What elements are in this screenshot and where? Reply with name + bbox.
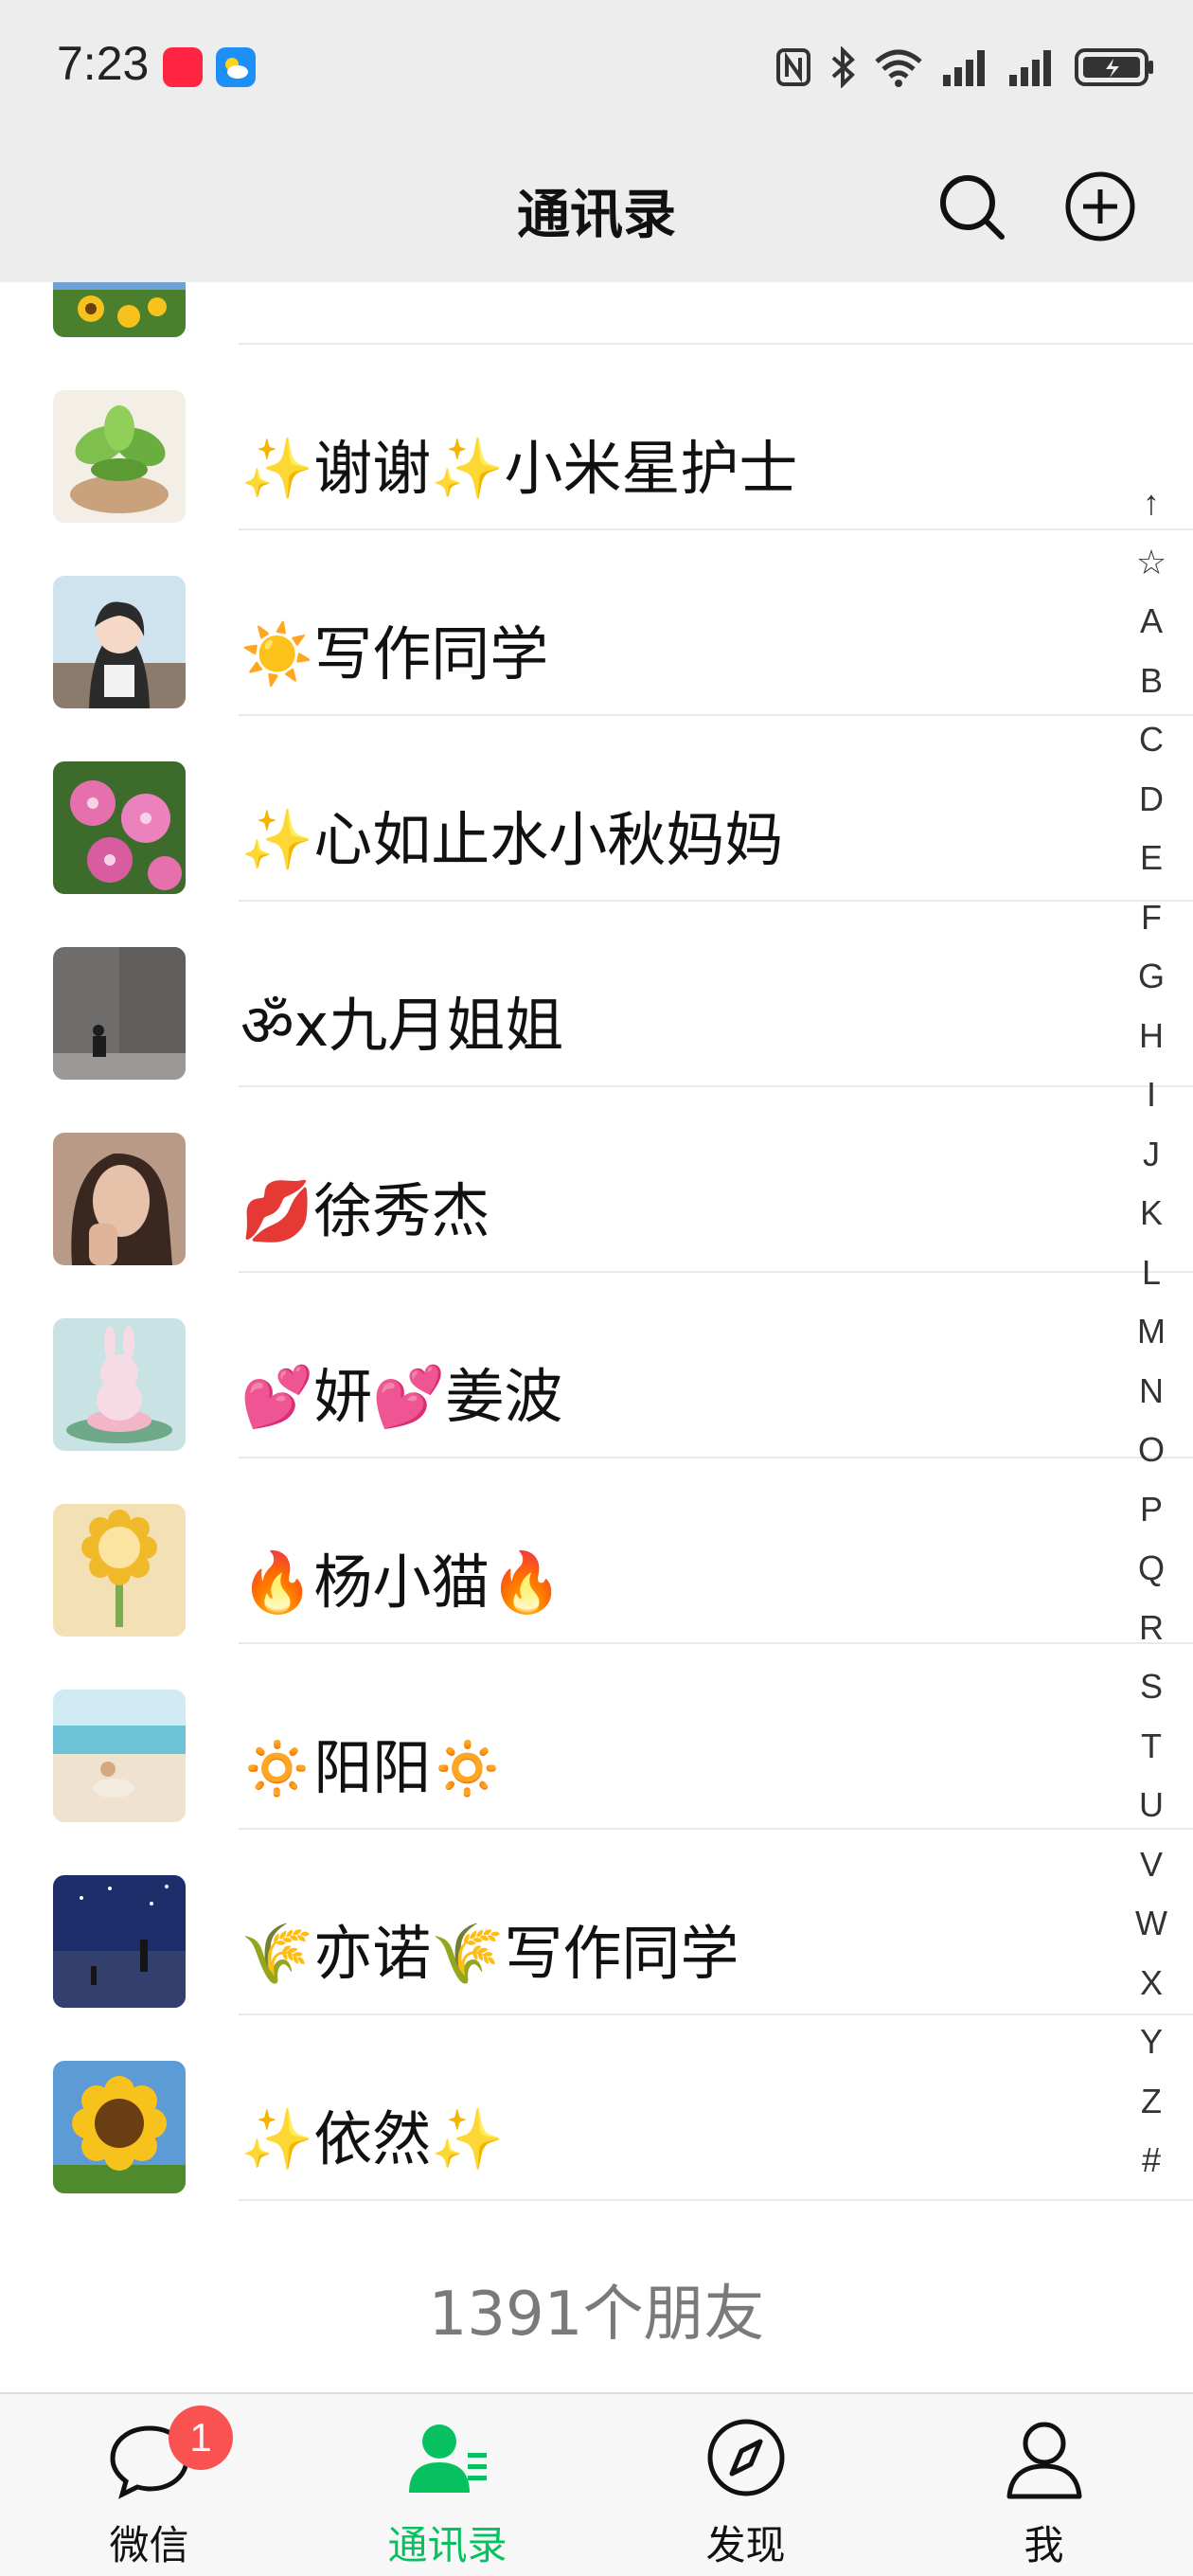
contact-row[interactable] xyxy=(0,282,1193,345)
tab-label: 微信 xyxy=(109,2522,189,2568)
contact-row[interactable]: 💕妍💕姜波 xyxy=(0,1273,1193,1458)
index-letter[interactable]: O xyxy=(1138,1421,1165,1480)
contact-avatar xyxy=(53,2061,186,2193)
contact-avatar xyxy=(53,576,186,708)
search-icon[interactable] xyxy=(932,167,1011,246)
index-letter[interactable]: S xyxy=(1140,1657,1163,1717)
index-letter[interactable]: Q xyxy=(1138,1539,1165,1599)
index-letter[interactable]: ☆ xyxy=(1136,533,1166,593)
tab-label: 通讯录 xyxy=(387,2522,507,2568)
contact-name: 💕妍💕姜波 xyxy=(240,1362,563,1431)
contact-name: 🌾亦诺🌾写作同学 xyxy=(240,1919,739,1988)
index-letter[interactable]: P xyxy=(1140,1480,1163,1540)
contact-row[interactable]: ॐx九月姐姐 xyxy=(0,902,1193,1087)
battery-icon xyxy=(1075,48,1153,86)
tab-contacts[interactable]: 通讯录 xyxy=(298,2394,596,2576)
status-bar: 7:23 xyxy=(0,0,1193,133)
index-letter[interactable]: C xyxy=(1139,710,1164,770)
index-letter[interactable]: B xyxy=(1140,652,1163,711)
tab-label: 我 xyxy=(1024,2522,1064,2568)
contact-avatar xyxy=(53,1504,186,1637)
contact-name: ✨依然✨ xyxy=(240,2104,505,2174)
contacts-icon xyxy=(409,2424,487,2493)
weather-app-icon xyxy=(216,47,256,87)
contact-name: ☀️写作同学 xyxy=(240,619,549,689)
contact-avatar xyxy=(53,1875,186,2008)
index-letter[interactable]: V xyxy=(1140,1835,1163,1895)
signal-icon xyxy=(1009,50,1051,86)
index-letter[interactable]: L xyxy=(1142,1243,1161,1303)
index-letter[interactable]: T xyxy=(1141,1717,1162,1777)
contact-name: 🔥杨小猫🔥 xyxy=(240,1547,563,1617)
index-letter[interactable]: X xyxy=(1140,1954,1163,2013)
index-letter[interactable]: G xyxy=(1138,947,1165,1007)
xiaohongshu-app-icon xyxy=(163,47,203,87)
contact-name: ✨谢谢✨小米星护士 xyxy=(240,434,798,503)
contact-name: 🔅阳阳🔅 xyxy=(240,1733,505,1802)
signal-icon xyxy=(943,50,985,86)
contact-list[interactable]: ✨谢谢✨小米星护士 ☀️写作同学 ✨心如止水小秋妈妈 ॐx九月姐姐 💋徐秀杰 💕… xyxy=(0,282,1193,2394)
tab-chats[interactable]: 1 微信 xyxy=(0,2394,298,2576)
index-letter[interactable]: Y xyxy=(1140,2012,1163,2072)
index-letter[interactable]: # xyxy=(1142,2131,1161,2191)
index-letter[interactable]: Z xyxy=(1141,2072,1162,2132)
contact-row[interactable]: ✨依然✨ xyxy=(0,2015,1193,2201)
contact-row[interactable]: ✨心如止水小秋妈妈 xyxy=(0,716,1193,902)
friend-count: 1391个朋友 xyxy=(428,2280,765,2350)
tab-bar: 1 微信 通讯录 发现 我 xyxy=(0,2392,1193,2576)
contact-avatar xyxy=(53,947,186,1080)
contact-avatar xyxy=(53,1690,186,1822)
nfc-icon xyxy=(776,48,810,86)
person-icon xyxy=(1006,2422,1082,2499)
contact-name: 💋徐秀杰 xyxy=(240,1176,490,1245)
contact-row[interactable]: ☀️写作同学 xyxy=(0,530,1193,716)
tab-discover[interactable]: 发现 xyxy=(596,2394,895,2576)
index-letter[interactable]: J xyxy=(1143,1125,1160,1185)
tab-me[interactable]: 我 xyxy=(895,2394,1193,2576)
contact-row[interactable]: ✨谢谢✨小米星护士 xyxy=(0,345,1193,530)
divider xyxy=(239,2199,1193,2201)
index-letter[interactable]: A xyxy=(1140,592,1163,652)
contact-row[interactable]: 🌾亦诺🌾写作同学 xyxy=(0,1830,1193,2015)
index-letter[interactable]: E xyxy=(1140,829,1163,888)
index-letter[interactable]: R xyxy=(1139,1599,1164,1658)
bluetooth-icon xyxy=(831,46,855,88)
plus-circle-icon[interactable] xyxy=(1060,167,1140,246)
contact-avatar xyxy=(53,390,186,523)
contacts-screen: 7:23 通讯录 ✨谢谢✨小米星护士 ☀️写作同学 ✨心如止水小秋妈妈 ॐx九月… xyxy=(0,0,1193,2576)
index-letter[interactable]: D xyxy=(1139,770,1164,830)
contact-name: ✨心如止水小秋妈妈 xyxy=(240,805,784,874)
page-title: 通讯录 xyxy=(517,185,676,246)
contact-avatar xyxy=(53,761,186,894)
contact-name: ॐx九月姐姐 xyxy=(240,991,564,1060)
index-letter[interactable]: I xyxy=(1147,1065,1156,1125)
compass-icon xyxy=(707,2419,785,2496)
status-time: 7:23 xyxy=(57,37,150,90)
contact-row[interactable]: 🔅阳阳🔅 xyxy=(0,1644,1193,1830)
index-letter[interactable]: W xyxy=(1135,1894,1167,1954)
index-letter[interactable]: N xyxy=(1139,1362,1164,1422)
wifi-icon xyxy=(875,49,922,87)
index-letter[interactable]: H xyxy=(1139,1007,1164,1066)
contact-avatar xyxy=(53,1318,186,1451)
status-right-icons xyxy=(775,44,1155,91)
index-letter[interactable]: M xyxy=(1137,1302,1166,1362)
contact-avatar xyxy=(53,1133,186,1265)
contact-avatar xyxy=(53,282,186,337)
alphabet-index[interactable]: ↑ ☆ A B C D E F G H I J K L M N O P Q R S T U V W X Y Z # xyxy=(1127,474,1176,2191)
nav-bar: 通讯录 xyxy=(0,133,1193,282)
index-letter[interactable]: ↑ xyxy=(1143,474,1160,533)
contact-row[interactable]: 💋徐秀杰 xyxy=(0,1087,1193,1273)
index-letter[interactable]: U xyxy=(1139,1776,1164,1835)
index-letter[interactable]: F xyxy=(1141,888,1162,948)
contact-row[interactable]: 🔥杨小猫🔥 xyxy=(0,1458,1193,1644)
unread-badge: 1 xyxy=(169,2406,233,2470)
index-letter[interactable]: K xyxy=(1140,1184,1163,1243)
tab-label: 发现 xyxy=(705,2522,786,2568)
